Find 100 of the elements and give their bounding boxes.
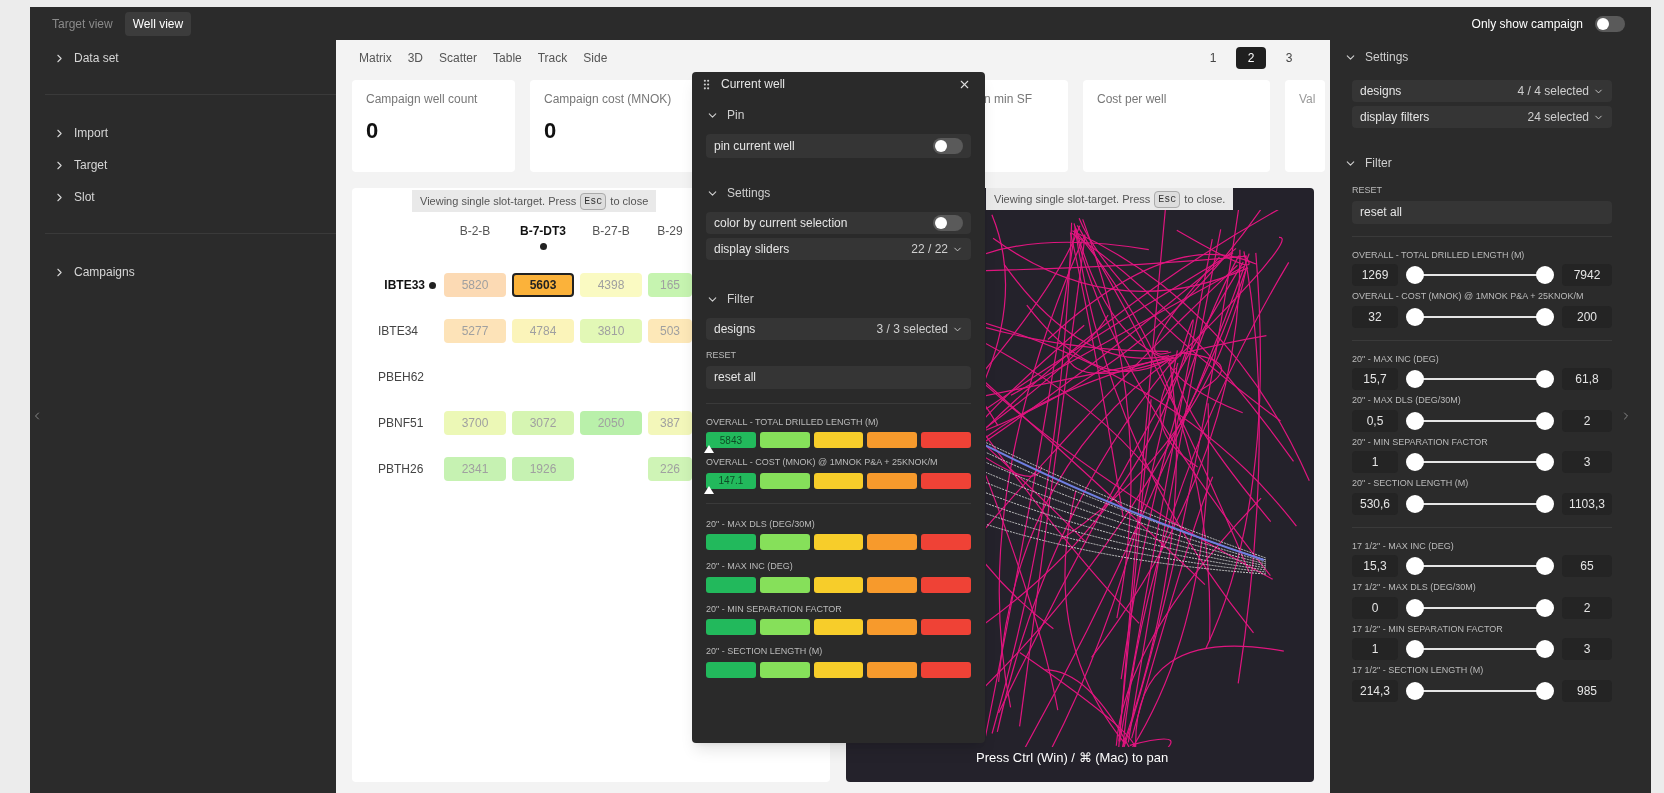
page-button[interactable]: 1 xyxy=(1198,46,1228,69)
column-header[interactable]: B-7-DT3 xyxy=(512,222,574,262)
range-slider[interactable] xyxy=(1406,453,1554,471)
scale-segment[interactable] xyxy=(706,576,756,593)
max-value[interactable]: 3 xyxy=(1562,638,1612,660)
scale-segment[interactable] xyxy=(759,661,810,678)
min-value[interactable]: 1 xyxy=(1352,638,1398,660)
scale-segment[interactable] xyxy=(759,576,810,593)
slider-thumb[interactable] xyxy=(1406,494,1424,513)
row-label[interactable]: PBNF51 xyxy=(352,414,438,432)
max-value[interactable]: 985 xyxy=(1562,679,1612,702)
reset-all-button[interactable]: reset all xyxy=(1352,200,1612,224)
scale-segment[interactable] xyxy=(759,432,810,448)
max-value[interactable]: 2 xyxy=(1562,596,1612,619)
scale-segment[interactable] xyxy=(867,432,918,448)
slider-thumb[interactable] xyxy=(1536,494,1554,513)
row-label[interactable]: PBTH26 xyxy=(352,460,438,478)
min-value[interactable]: 1 xyxy=(1352,451,1398,473)
scale-segment[interactable] xyxy=(759,534,810,550)
section-header[interactable]: Filter xyxy=(1344,150,1392,176)
view-tab[interactable]: Table xyxy=(486,45,529,70)
column-header[interactable]: B-27-B xyxy=(580,222,642,262)
min-value[interactable]: 15,3 xyxy=(1352,555,1398,577)
view-tab[interactable]: Well view xyxy=(124,11,192,36)
range-slider[interactable] xyxy=(1406,411,1554,430)
min-value[interactable]: 32 xyxy=(1352,305,1398,328)
max-value[interactable]: 61,8 xyxy=(1562,368,1612,390)
section-header[interactable]: Settings xyxy=(706,180,771,206)
range-slider[interactable] xyxy=(1406,370,1554,388)
range-slider[interactable] xyxy=(1406,640,1554,658)
scale-segment[interactable] xyxy=(867,576,918,593)
max-value[interactable]: 3 xyxy=(1562,451,1612,473)
scale-segment[interactable] xyxy=(867,472,918,489)
column-header[interactable]: B-29 xyxy=(648,222,692,262)
range-slider[interactable] xyxy=(1406,557,1554,575)
range-slider[interactable] xyxy=(1406,494,1554,513)
scale-segment[interactable]: 5843 xyxy=(706,432,756,448)
section-header[interactable]: Filter xyxy=(706,286,754,312)
min-value[interactable]: 0,5 xyxy=(1352,409,1398,432)
scale-segment[interactable] xyxy=(759,619,810,635)
scale-segment[interactable] xyxy=(813,619,864,635)
scale-segment[interactable] xyxy=(759,472,810,489)
range-slider[interactable] xyxy=(1406,307,1554,326)
slider-thumb[interactable] xyxy=(1406,411,1424,430)
slider-thumb[interactable] xyxy=(1406,453,1424,471)
slider-thumb[interactable] xyxy=(1536,411,1554,430)
min-value[interactable]: 530,6 xyxy=(1352,492,1398,515)
slider-thumb[interactable] xyxy=(1406,557,1424,575)
color-toggle[interactable] xyxy=(933,215,963,231)
scale-segment[interactable] xyxy=(813,472,864,489)
scale-segment[interactable] xyxy=(813,534,864,550)
matrix-cell[interactable]: 5603 xyxy=(512,273,574,297)
page-button[interactable]: 3 xyxy=(1274,46,1304,69)
sidebar-item[interactable]: Import xyxy=(45,117,108,149)
slider-thumb[interactable] xyxy=(1536,557,1554,575)
sidebar-item[interactable]: Slot xyxy=(45,181,95,213)
scale-segment[interactable] xyxy=(867,661,918,678)
scale-segment[interactable] xyxy=(813,432,864,448)
sidebar-item[interactable]: Data set xyxy=(45,42,119,74)
min-value[interactable]: 15,7 xyxy=(1352,368,1398,390)
scale-segment[interactable] xyxy=(813,576,864,593)
slider-thumb[interactable] xyxy=(1406,640,1424,658)
reset-all-button[interactable]: reset all xyxy=(706,365,971,389)
section-header[interactable]: Pin xyxy=(706,102,745,128)
slider-thumb[interactable] xyxy=(1406,598,1424,617)
row-label[interactable]: IBTE34 xyxy=(352,322,438,340)
slider-thumb[interactable] xyxy=(1406,681,1424,700)
view-tab[interactable]: Matrix xyxy=(352,45,399,70)
slider-thumb[interactable] xyxy=(1536,453,1554,471)
view-tab[interactable]: Target view xyxy=(44,11,121,36)
view-tab[interactable]: Scatter xyxy=(432,45,485,70)
filter-select[interactable]: display filters 24 selected xyxy=(1352,106,1612,128)
view-tab[interactable]: Track xyxy=(530,45,575,70)
range-slider[interactable] xyxy=(1406,681,1554,700)
max-value[interactable]: 65 xyxy=(1562,555,1612,577)
slider-thumb[interactable] xyxy=(1536,681,1554,700)
view-tab[interactable]: Side xyxy=(576,45,615,70)
pin-toggle[interactable] xyxy=(933,138,963,154)
scale-segment[interactable]: 147.1 xyxy=(706,472,756,489)
slider-thumb[interactable] xyxy=(1536,307,1554,326)
designs-select[interactable]: designs 3 / 3 selected xyxy=(706,318,971,340)
slider-thumb[interactable] xyxy=(1406,307,1424,326)
slider-thumb[interactable] xyxy=(1536,266,1554,284)
row-label[interactable]: PBEH62 xyxy=(352,368,438,386)
sidebar-item[interactable]: Campaigns xyxy=(45,256,135,288)
scale-segment[interactable] xyxy=(867,534,918,550)
max-value[interactable]: 200 xyxy=(1562,305,1612,328)
slider-thumb[interactable] xyxy=(1536,598,1554,617)
min-value[interactable]: 0 xyxy=(1352,596,1398,619)
min-value[interactable]: 1269 xyxy=(1352,264,1398,286)
slider-thumb[interactable] xyxy=(1536,370,1554,388)
filter-select[interactable]: designs 4 / 4 selected xyxy=(1352,80,1612,102)
page-button[interactable]: 2 xyxy=(1236,46,1266,69)
row-label[interactable]: IBTE33 xyxy=(352,276,438,294)
max-value[interactable]: 1103,3 xyxy=(1562,492,1612,515)
slider-thumb[interactable] xyxy=(1406,370,1424,388)
view-tab[interactable]: 3D xyxy=(400,45,430,70)
section-header[interactable]: Settings xyxy=(1344,44,1409,70)
min-value[interactable]: 214,3 xyxy=(1352,679,1398,702)
column-header[interactable]: B-2-B xyxy=(444,222,506,262)
